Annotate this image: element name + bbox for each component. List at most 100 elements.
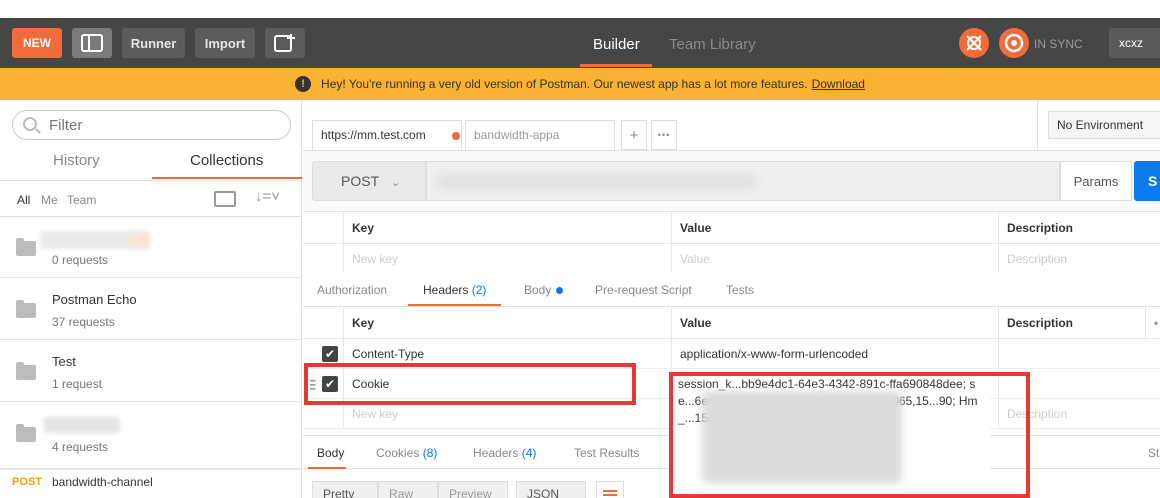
column-description: Description bbox=[998, 212, 1148, 243]
method-badge: POST bbox=[12, 476, 42, 488]
wrap-lines-icon[interactable] bbox=[596, 481, 624, 498]
new-description-field[interactable]: Description bbox=[998, 244, 1148, 273]
folder-icon bbox=[16, 238, 36, 256]
tab-collections[interactable]: Collections bbox=[190, 152, 263, 169]
search-icon bbox=[23, 117, 37, 131]
sort-icon[interactable]: ↓=˅ bbox=[255, 188, 280, 205]
tab-headers[interactable]: Headers (2) bbox=[423, 283, 486, 297]
request-tab[interactable]: https://mm.test.com bbox=[312, 120, 462, 150]
add-collection-icon[interactable] bbox=[214, 191, 236, 207]
filter-me[interactable]: Me bbox=[41, 193, 58, 207]
column-value: Value bbox=[671, 307, 998, 338]
new-button[interactable]: NEW bbox=[12, 28, 62, 58]
redacted-name bbox=[44, 417, 120, 433]
runner-button[interactable]: Runner bbox=[122, 28, 185, 58]
sync-status: IN SYNC bbox=[1034, 37, 1083, 51]
new-window-icon bbox=[274, 34, 295, 52]
highlight-box-cookie-value bbox=[669, 372, 1030, 498]
collection-item[interactable]: 4 requests bbox=[0, 403, 302, 469]
column-value: Value bbox=[671, 212, 998, 243]
url-bar: POST ⌄ Params S bbox=[303, 150, 1160, 212]
tab-response-cookies[interactable]: Cookies (8) bbox=[376, 446, 437, 460]
filter-box bbox=[12, 110, 291, 140]
params-new-row: New key Value Description bbox=[303, 244, 1160, 274]
url-input[interactable] bbox=[426, 161, 1060, 201]
body-set-dot bbox=[556, 287, 564, 295]
format-type-select[interactable]: JSON bbox=[516, 481, 586, 498]
more-tabs-button[interactable]: ••• bbox=[651, 120, 677, 150]
banner-message: Hey! You're running a very old version o… bbox=[321, 77, 808, 91]
builder-active-indicator bbox=[580, 64, 652, 67]
method-label: POST bbox=[341, 173, 380, 189]
collection-name: Test bbox=[52, 354, 76, 369]
column-key: Key bbox=[343, 307, 671, 338]
tab-headers-label: Headers bbox=[423, 283, 469, 297]
toggle-sidebar-button[interactable] bbox=[72, 28, 112, 58]
tab-cookies-label: Cookies bbox=[376, 446, 420, 460]
header-description[interactable] bbox=[998, 339, 1148, 368]
sync-icon[interactable] bbox=[999, 28, 1029, 58]
request-tab-label: bandwidth-appa bbox=[474, 128, 560, 142]
tab-headers-label: Headers bbox=[473, 446, 519, 460]
params-button[interactable]: Params bbox=[1060, 161, 1132, 201]
headers-count: (2) bbox=[471, 283, 487, 297]
tab-body[interactable]: Body bbox=[524, 283, 564, 297]
download-link[interactable]: Download bbox=[812, 77, 865, 91]
sidebar: History Collections All Me Team ↓=˅ 0 re… bbox=[0, 100, 302, 498]
filter-input[interactable] bbox=[49, 115, 279, 135]
tab-authorization[interactable]: Authorization bbox=[317, 283, 387, 297]
request-subtabs: Authorization Headers (2) Body Pre-reque… bbox=[303, 273, 1160, 307]
history-item[interactable]: POST bandwidth-channel bbox=[0, 469, 302, 498]
collections-active-indicator bbox=[152, 177, 302, 179]
collection-count: 37 requests bbox=[52, 315, 115, 329]
collection-item[interactable]: 0 requests bbox=[0, 217, 302, 278]
tab-builder[interactable]: Builder bbox=[593, 36, 640, 53]
import-button[interactable]: Import bbox=[195, 28, 255, 58]
new-value-field[interactable]: Value bbox=[671, 244, 998, 273]
collection-count: 1 request bbox=[52, 377, 103, 391]
folder-icon bbox=[16, 362, 36, 380]
new-key-field[interactable]: New key bbox=[343, 244, 671, 273]
window-top-strip bbox=[0, 0, 1160, 18]
tab-test-results[interactable]: Test Results bbox=[574, 446, 639, 460]
new-window-button[interactable] bbox=[265, 28, 305, 58]
response-headers-count: (4) bbox=[521, 446, 537, 460]
body-active-indicator bbox=[308, 467, 346, 469]
filter-all[interactable]: All bbox=[17, 193, 30, 207]
tab-response-headers[interactable]: Headers (4) bbox=[473, 446, 536, 460]
tab-team-library[interactable]: Team Library bbox=[669, 36, 756, 53]
tab-pre-request-script[interactable]: Pre-request Script bbox=[595, 283, 692, 297]
environment-select[interactable]: No Environment bbox=[1048, 111, 1160, 139]
tab-response-body[interactable]: Body bbox=[317, 446, 344, 460]
format-preview-button[interactable]: Preview bbox=[438, 481, 508, 498]
headers-active-indicator bbox=[408, 304, 501, 306]
user-menu-button[interactable]: xcxz bbox=[1109, 28, 1160, 58]
column-key: Key bbox=[343, 212, 671, 243]
chevron-down-icon: ⌄ bbox=[391, 177, 401, 189]
response-status-label: St bbox=[1148, 446, 1160, 460]
filter-team[interactable]: Team bbox=[67, 193, 96, 207]
collection-count: 0 requests bbox=[52, 253, 109, 267]
redacted-name bbox=[128, 233, 150, 247]
format-pretty-button[interactable]: Pretty bbox=[312, 481, 378, 498]
method-select[interactable]: POST ⌄ bbox=[312, 161, 426, 201]
header-value[interactable]: application/x-www-form-urlencoded bbox=[671, 339, 998, 368]
environment-area: No Environment bbox=[1037, 100, 1160, 150]
collection-item[interactable]: Postman Echo 37 requests bbox=[0, 279, 302, 340]
tab-tests[interactable]: Tests bbox=[726, 283, 754, 297]
folder-icon bbox=[16, 424, 36, 442]
send-button[interactable]: S bbox=[1134, 161, 1160, 201]
redacted-url bbox=[437, 174, 757, 190]
tab-history[interactable]: History bbox=[53, 152, 100, 169]
interceptor-icon[interactable] bbox=[959, 28, 989, 58]
update-banner: ! Hey! You're running a very old version… bbox=[0, 68, 1160, 100]
request-tab-label: https://mm.test.com bbox=[321, 128, 426, 142]
folder-icon bbox=[16, 300, 36, 318]
column-options-icon[interactable]: • bbox=[1145, 307, 1160, 338]
request-tab[interactable]: bandwidth-appa bbox=[465, 120, 615, 150]
header-enabled-checkbox[interactable]: ✔ bbox=[322, 346, 338, 362]
add-tab-button[interactable]: + bbox=[621, 120, 647, 150]
format-raw-button[interactable]: Raw bbox=[378, 481, 438, 498]
history-item-name: bandwidth-channel bbox=[52, 475, 153, 489]
collection-item[interactable]: Test 1 request bbox=[0, 341, 302, 402]
